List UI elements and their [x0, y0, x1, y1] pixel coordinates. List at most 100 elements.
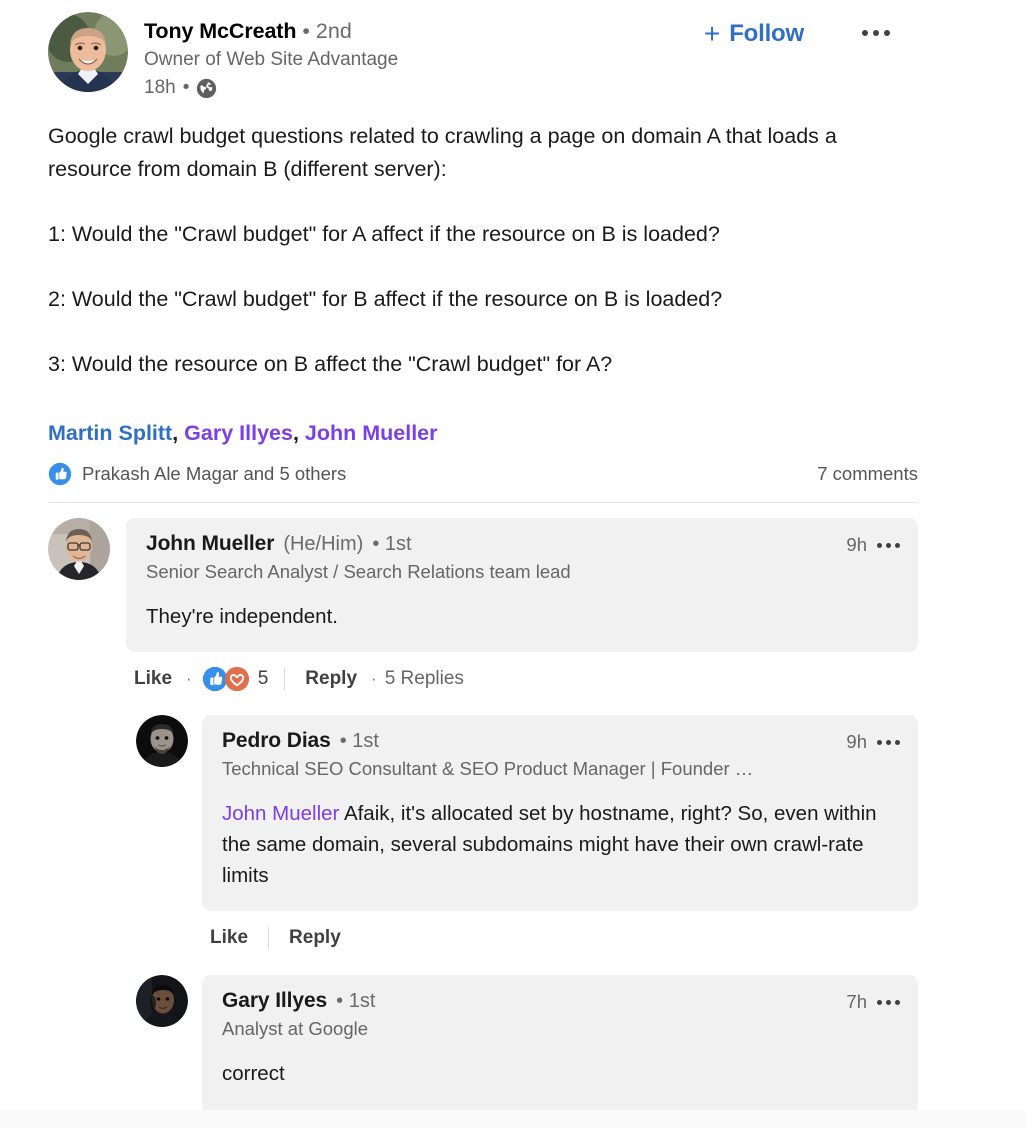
- comment-overflow-menu-button[interactable]: [877, 999, 900, 1005]
- comment-pedro-dias: 9h Pedro Dias • 1st Technical SEO Consul…: [136, 715, 918, 951]
- post-header: Tony McCreath • 2nd Owner of Web Site Ad…: [48, 12, 918, 104]
- reaction-count: 5: [257, 668, 269, 689]
- comment-author-headline: Senior Search Analyst / Search Relations…: [146, 561, 571, 582]
- comment-text: correct: [222, 1062, 285, 1085]
- comment-author-line[interactable]: John Mueller (He/Him) • 1st: [146, 532, 898, 556]
- ellipsis-dot: [873, 30, 879, 36]
- author-avatar-image: [48, 12, 128, 92]
- ellipsis-dot: [877, 999, 882, 1005]
- like-button[interactable]: Like: [128, 666, 178, 692]
- follow-button[interactable]: + Follow: [698, 16, 810, 52]
- comment-author-name: Gary Illyes: [222, 989, 328, 1012]
- comment-actions: Like · 5 Reply · 5 Replies: [126, 666, 918, 692]
- mention-john-mueller[interactable]: John Mueller: [305, 421, 438, 445]
- comment-author-line[interactable]: Gary Illyes • 1st: [222, 989, 898, 1013]
- avatar[interactable]: [48, 518, 110, 580]
- linkedin-post-screenshot: Tony McCreath • 2nd Owner of Web Site Ad…: [0, 0, 1026, 1128]
- reply-button[interactable]: Reply: [299, 666, 363, 692]
- comment-author-headline: Analyst at Google: [222, 1018, 369, 1039]
- mention-john-mueller[interactable]: John Mueller: [222, 802, 339, 825]
- degree-separator: •: [302, 19, 310, 43]
- comment-text: John Mueller Afaik, it's allocated set b…: [222, 798, 898, 891]
- post-meta: 18h •: [144, 75, 398, 101]
- love-heart-icon: [224, 666, 249, 692]
- comment-bubble: 9h John Mueller (He/Him) • 1st Senior Se…: [126, 518, 918, 652]
- ellipsis-dot: [895, 739, 900, 745]
- comment-overflow-menu-button[interactable]: [877, 739, 900, 745]
- comment-timestamp: 9h: [846, 534, 867, 555]
- page-bottom-strip: [0, 1110, 1026, 1128]
- comment-author-degree: • 1st: [372, 533, 412, 555]
- ellipsis-dot: [895, 999, 900, 1005]
- comment-avatar-image: [136, 975, 188, 1027]
- ellipsis-dot: [862, 30, 868, 36]
- comment-author-line[interactable]: Pedro Dias • 1st: [222, 729, 898, 753]
- comment-overflow-menu-button[interactable]: [877, 542, 900, 548]
- ellipsis-dot: [877, 542, 882, 548]
- ellipsis-dot: [895, 542, 900, 548]
- reactors-text: Prakash Ale Magar and 5 others: [82, 463, 347, 484]
- comment-avatar-image: [48, 518, 110, 580]
- comment-timestamp: 9h: [846, 731, 867, 752]
- post-body: Google crawl budget questions related to…: [48, 120, 878, 381]
- comment-meta: 9h: [846, 534, 900, 556]
- comment-actions: Like Reply: [202, 925, 918, 951]
- avatar[interactable]: [136, 715, 188, 767]
- comment-meta: 7h: [846, 991, 900, 1013]
- author-name-line[interactable]: Tony McCreath • 2nd: [144, 18, 398, 45]
- plus-icon: +: [703, 18, 721, 49]
- comment-text: They're independent.: [146, 605, 338, 628]
- comment-author-pronoun: (He/Him): [283, 533, 364, 555]
- replies-count-button[interactable]: 5 Replies: [385, 668, 464, 690]
- ellipsis-dot: [886, 542, 891, 548]
- post-mentions: Martin Splitt, Gary Illyes, John Mueller: [48, 418, 438, 448]
- mention-martin-splitt[interactable]: Martin Splitt: [48, 421, 172, 445]
- post-paragraph: 1: Would the "Crawl budget" for A affect…: [48, 222, 720, 246]
- comment-author-degree: • 1st: [339, 730, 379, 752]
- comment-john-mueller: 9h John Mueller (He/Him) • 1st Senior Se…: [48, 518, 918, 692]
- author-headline: Owner of Web Site Advantage: [144, 49, 399, 70]
- follow-label: Follow: [729, 20, 804, 47]
- avatar[interactable]: [136, 975, 188, 1027]
- ellipsis-dot: [886, 739, 891, 745]
- author-name: Tony McCreath: [144, 19, 297, 43]
- comments-count[interactable]: 7 comments: [817, 463, 918, 485]
- comment-author-degree: • 1st: [336, 990, 376, 1012]
- author-degree: 2nd: [315, 19, 352, 43]
- comment-reactions-summary[interactable]: 5: [200, 666, 271, 692]
- ellipsis-dot: [884, 30, 890, 36]
- comment-bubble: 9h Pedro Dias • 1st Technical SEO Consul…: [202, 715, 918, 911]
- comment-author-name: John Mueller: [146, 532, 275, 555]
- post-overflow-menu-button[interactable]: [856, 22, 896, 44]
- globe-icon: [197, 78, 217, 98]
- mention-separator: ,: [172, 421, 185, 445]
- action-divider: [284, 668, 286, 690]
- comment-timestamp: 7h: [846, 991, 867, 1012]
- post-paragraph: 3: Would the resource on B affect the "C…: [48, 352, 613, 376]
- section-divider: [48, 502, 918, 503]
- like-thumb-icon: [48, 462, 72, 486]
- comment-gary-illyes: 7h Gary Illyes • 1st Analyst at Google c…: [136, 975, 918, 1115]
- post-timestamp: 18h: [144, 77, 176, 98]
- mention-gary-illyes[interactable]: Gary Illyes: [184, 421, 293, 445]
- action-divider: [268, 927, 270, 949]
- action-separator: ·: [371, 669, 377, 688]
- comment-bubble: 7h Gary Illyes • 1st Analyst at Google c…: [202, 975, 918, 1115]
- comment-author-headline: Technical SEO Consultant & SEO Product M…: [222, 758, 754, 779]
- post-paragraph: 2: Would the "Crawl budget" for B affect…: [48, 287, 723, 311]
- reactions-summary[interactable]: Prakash Ale Magar and 5 others: [48, 462, 346, 486]
- avatar[interactable]: [48, 12, 128, 92]
- ellipsis-dot: [877, 739, 882, 745]
- reply-button[interactable]: Reply: [283, 925, 347, 951]
- mention-separator: ,: [292, 421, 305, 445]
- post-paragraph: Google crawl budget questions related to…: [48, 124, 837, 181]
- comment-avatar-image: [136, 715, 188, 767]
- ellipsis-dot: [886, 999, 891, 1005]
- author-info: Tony McCreath • 2nd Owner of Web Site Ad…: [144, 18, 398, 101]
- post-social-counts: Prakash Ale Magar and 5 others 7 comment…: [48, 462, 918, 486]
- comment-author-name: Pedro Dias: [222, 729, 331, 752]
- action-separator: ·: [186, 669, 192, 688]
- comment-meta: 9h: [846, 731, 900, 753]
- like-button[interactable]: Like: [204, 925, 254, 951]
- meta-separator: •: [182, 77, 190, 98]
